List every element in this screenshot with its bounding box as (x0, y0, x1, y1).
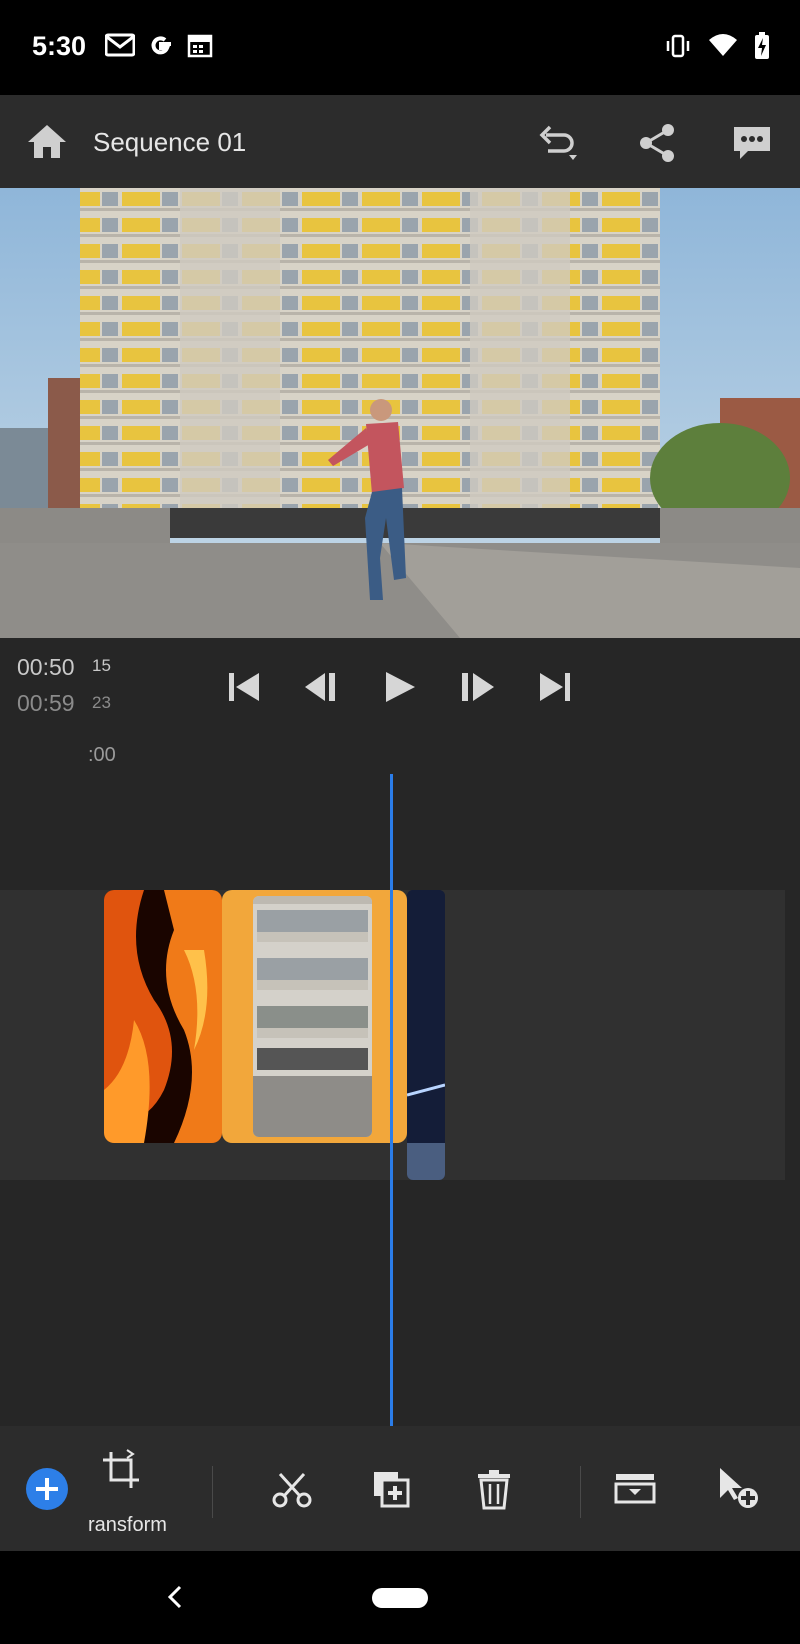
detach-audio-icon (614, 1474, 656, 1504)
edit-toolbar: ransform (0, 1426, 800, 1551)
delete-button[interactable] (470, 1466, 518, 1514)
total-timecode: 00:59 (17, 690, 75, 716)
playhead[interactable] (390, 774, 393, 1426)
split-button[interactable] (268, 1466, 316, 1514)
duplicate-icon (374, 1472, 410, 1508)
clip-next-thumbnail (407, 890, 445, 1180)
timeline-ruler-label: :00 (88, 744, 116, 766)
status-bar: 5:30 (0, 0, 800, 95)
app-bar: Sequence 01 (0, 95, 800, 188)
calendar-icon (187, 34, 213, 58)
battery-charging-icon (755, 32, 769, 59)
transport-controls: 00:50 15 00:59 23 (0, 638, 800, 730)
add-icon (36, 1478, 58, 1500)
clip-fire[interactable] (104, 890, 222, 1143)
skip-to-end-icon (540, 673, 570, 701)
wifi-icon (709, 34, 737, 56)
toolbar-divider (580, 1466, 581, 1518)
sequence-title[interactable]: Sequence 01 (93, 127, 246, 158)
share-button[interactable] (636, 121, 680, 165)
comment-icon (734, 127, 770, 159)
step-back-button[interactable] (303, 668, 341, 706)
total-frames: 23 (92, 693, 111, 712)
comment-button[interactable] (730, 121, 774, 165)
toolbar-divider (212, 1466, 213, 1518)
add-pointer-icon (720, 1468, 758, 1508)
scissors-icon (272, 1472, 312, 1508)
skip-to-end-button[interactable] (536, 668, 574, 706)
play-icon (386, 672, 415, 702)
clip-fire-thumbnail (104, 890, 222, 1143)
status-right-icons (664, 32, 770, 60)
add-media-button[interactable] (26, 1468, 68, 1510)
home-pill[interactable] (372, 1588, 428, 1608)
clip-selected[interactable] (222, 890, 407, 1143)
share-icon (640, 124, 674, 162)
duplicate-button[interactable] (368, 1466, 416, 1514)
skip-to-start-button[interactable] (225, 668, 263, 706)
back-icon (167, 1585, 182, 1609)
gmail-icon (105, 33, 135, 57)
vibrate-icon (666, 34, 690, 58)
clip-selected-thumbnail (253, 896, 372, 1137)
status-left-icons (105, 32, 213, 60)
play-button[interactable] (381, 668, 419, 706)
transform-button[interactable] (97, 1446, 145, 1494)
current-frames: 15 (92, 656, 111, 675)
undo-icon (539, 125, 577, 160)
timeline[interactable]: :00 (0, 730, 800, 1426)
system-nav-bar (0, 1551, 800, 1644)
google-icon (151, 36, 171, 55)
video-preview[interactable] (0, 188, 800, 638)
transform-crop-icon (103, 1449, 139, 1488)
clip-next[interactable] (407, 890, 445, 1180)
trash-icon (478, 1470, 510, 1510)
step-back-icon (305, 673, 335, 701)
skip-to-start-icon (229, 673, 259, 701)
home-button[interactable] (26, 121, 68, 163)
back-button[interactable] (160, 1581, 192, 1613)
add-pointer-button[interactable] (714, 1464, 762, 1512)
step-forward-button[interactable] (458, 668, 496, 706)
transform-label: ransform (88, 1514, 167, 1536)
detach-audio-button[interactable] (612, 1466, 660, 1514)
preview-frame (0, 188, 800, 638)
step-forward-icon (462, 673, 494, 701)
current-timecode: 00:50 (17, 654, 75, 680)
home-icon (28, 125, 66, 158)
undo-button[interactable] (536, 121, 580, 165)
status-time: 5:30 (32, 31, 87, 61)
